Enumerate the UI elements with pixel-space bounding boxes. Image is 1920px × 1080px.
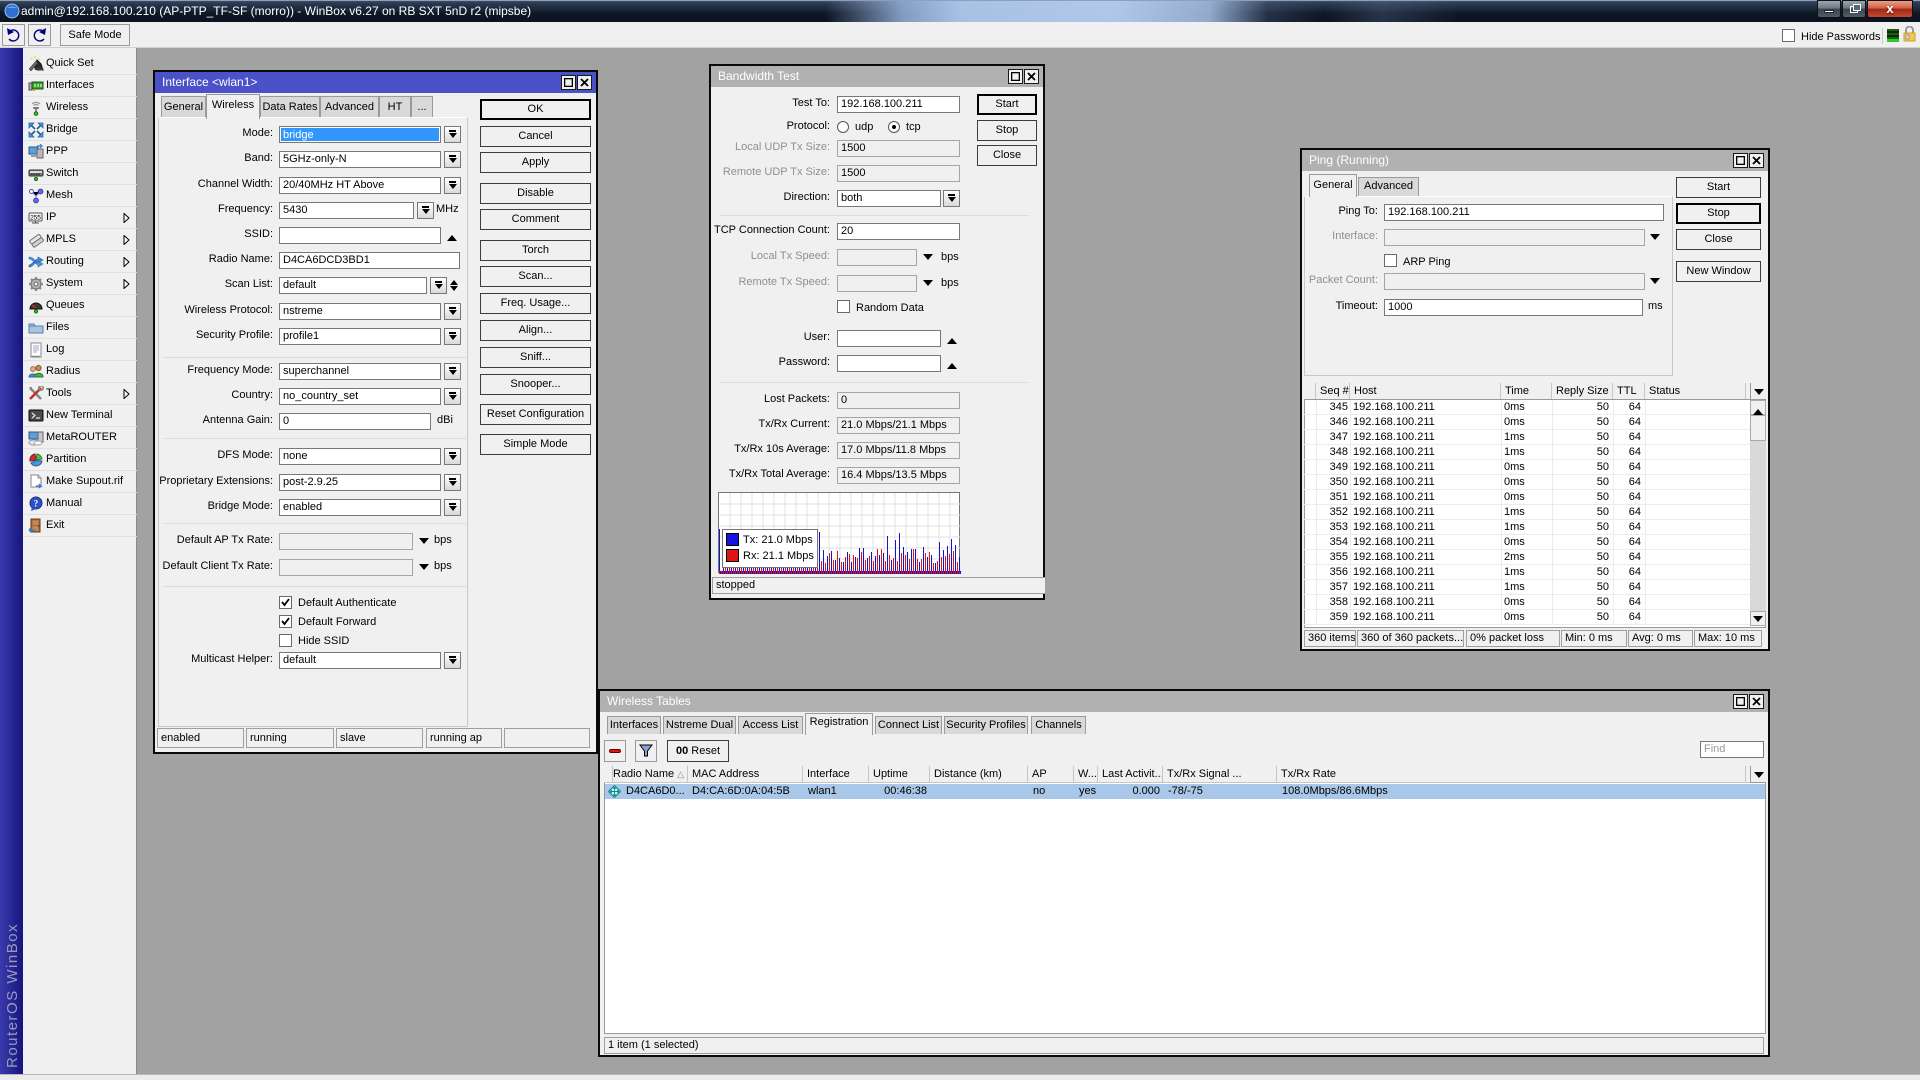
svg-text:?: ? bbox=[34, 499, 39, 509]
svg-text:255: 255 bbox=[30, 215, 41, 222]
